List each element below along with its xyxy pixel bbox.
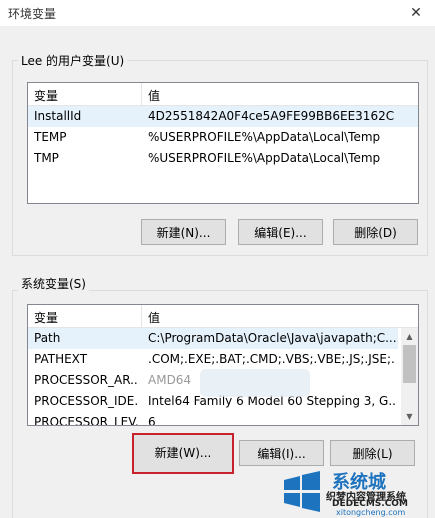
user-edit-button[interactable]: 编辑(E)... [238,219,323,245]
scroll-up-icon[interactable]: ▲ [401,328,418,345]
var-value: 6 [148,415,156,426]
watermark: 系统城 织梦内容管理系统 DEDECMS.COM xitongcheng.com [280,470,435,517]
table-row[interactable]: Path C:\ProgramData\Oracle\Java\javapath… [28,328,398,349]
var-value: 4D2551842A0F4ce5A9FE99BB6EE3162C [148,109,395,123]
table-row[interactable]: TMP %USERPROFILE%\AppData\Local\Temp [28,148,418,169]
user-vars-label: Lee 的用户变量(U) [18,52,128,69]
var-name: TMP [34,151,59,165]
var-name: Path [34,331,61,345]
system-delete-button[interactable]: 删除(L) [330,440,415,466]
scroll-thumb[interactable] [403,345,416,383]
windows-logo-icon [284,471,320,512]
table-row[interactable]: InstallId 4D2551842A0F4ce5A9FE99BB6EE316… [28,106,418,127]
var-value: .COM;.EXE;.BAT;.CMD;.VBS;.VBE;.JS;.JSE;.… [148,352,396,366]
system-edit-button[interactable]: 编辑(I)... [239,440,324,466]
system-vars-list[interactable]: 变量 值 Path C:\ProgramData\Oracle\Java\jav… [27,304,419,426]
var-name: TEMP [34,130,67,144]
blur-overlay [200,369,310,397]
var-name: PROCESSOR_IDE... [34,394,138,408]
vertical-scrollbar[interactable]: ▲ ▼ [401,328,418,425]
system-vars-label: 系统变量(S) [18,275,89,292]
title-bar [0,0,435,26]
var-value: %USERPROFILE%\AppData\Local\Temp [148,130,381,144]
var-name: PROCESSOR_LEV... [34,415,138,426]
scroll-down-icon[interactable]: ▼ [401,408,418,425]
table-row[interactable]: PATHEXT .COM;.EXE;.BAT;.CMD;.VBS;.VBE;.J… [28,349,398,370]
column-header-name[interactable]: 变量 [34,309,58,326]
user-vars-list[interactable]: 变量 值 InstallId 4D2551842A0F4ce5A9FE99BB6… [27,82,419,204]
var-value: C:\ProgramData\Oracle\Java\javapath;C... [148,331,396,345]
user-delete-button[interactable]: 删除(D) [333,219,418,245]
table-row[interactable]: PROCESSOR_LEV... 6 [28,412,398,426]
list-header: 变量 值 [28,305,418,328]
close-icon[interactable]: ✕ [403,2,429,24]
var-name: InstallId [34,109,82,123]
var-name: PATHEXT [34,352,88,366]
user-new-button[interactable]: 新建(N)... [141,219,226,245]
var-value: %USERPROFILE%\AppData\Local\Temp [148,151,381,165]
var-name: PROCESSOR_AR... [34,373,138,387]
watermark-line3: xitongcheng.com [336,508,406,517]
column-header-name[interactable]: 变量 [34,87,58,104]
column-header-value[interactable]: 值 [148,87,160,104]
system-new-button[interactable]: 新建(W)... [132,433,234,474]
window-title: 环境变量 [8,7,57,21]
list-header: 变量 值 [28,83,418,106]
table-row[interactable]: TEMP %USERPROFILE%\AppData\Local\Temp [28,127,418,148]
column-header-value[interactable]: 值 [148,309,160,326]
